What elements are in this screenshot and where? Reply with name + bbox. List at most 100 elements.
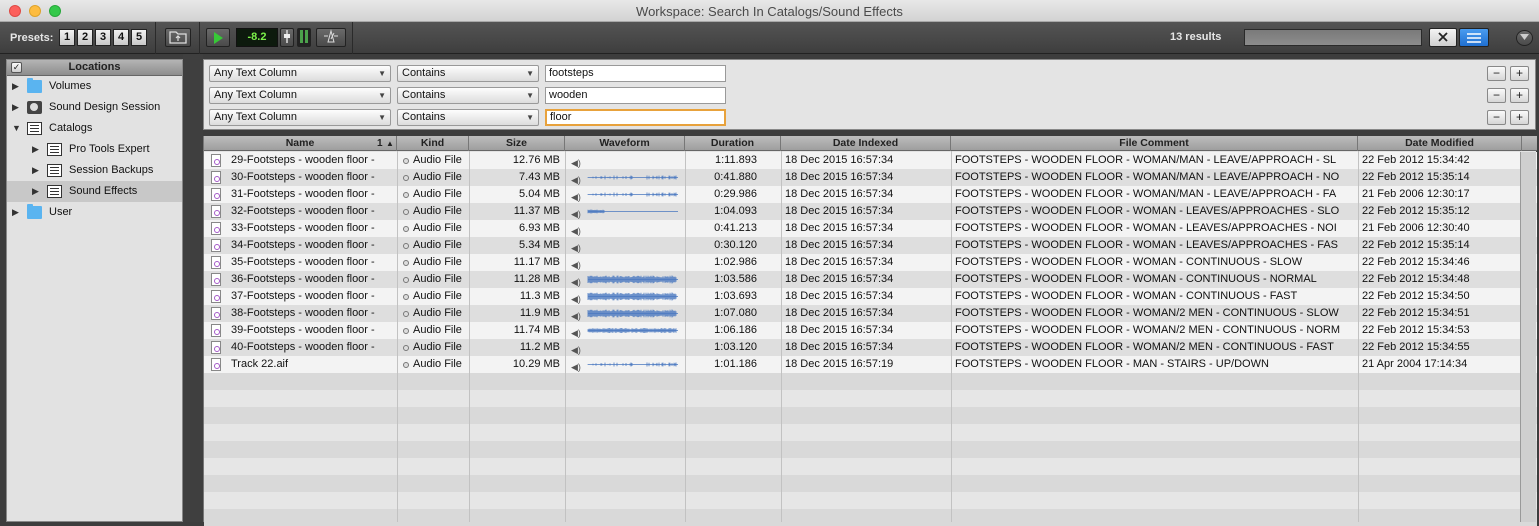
sidebar-item-pro-tools-expert[interactable]: ▶ Pro Tools Expert (7, 139, 182, 160)
add-criteria-button[interactable]: + (1510, 66, 1529, 81)
cell-kind: Audio File (397, 237, 469, 254)
table-row[interactable]: 30-Footsteps - wooden floor - Audio File 7… (204, 169, 1537, 186)
disclosure-triangle-icon[interactable]: ▶ (12, 202, 19, 223)
column-header-duration[interactable]: Duration (685, 136, 781, 151)
audio-file-icon (211, 171, 221, 184)
table-row[interactable]: 39-Footsteps - wooden floor - Audio File 1… (204, 322, 1537, 339)
table-row[interactable]: 35-Footsteps - wooden floor - Audio File 1… (204, 254, 1537, 271)
list-view-button[interactable] (1459, 28, 1489, 47)
table-row[interactable]: 33-Footsteps - wooden floor - Audio File 6… (204, 220, 1537, 237)
column-header-waveform[interactable]: Waveform (565, 136, 685, 151)
disclosure-triangle-icon[interactable]: ▶ (12, 97, 19, 118)
toolbar-divider (352, 22, 353, 54)
cell-text: Audio File (413, 341, 462, 353)
column-header-date-modified[interactable]: Date Modified (1358, 136, 1522, 151)
disclosure-triangle-icon[interactable]: ▶ (12, 76, 19, 97)
cell-name: 36-Footsteps - wooden floor - (204, 271, 397, 288)
speaker-icon[interactable]: ◀) (571, 274, 581, 288)
column-header-kind[interactable]: Kind (397, 136, 469, 151)
speaker-icon[interactable]: ◀) (571, 257, 581, 271)
cell-waveform: ◀) (565, 237, 685, 254)
speaker-icon[interactable]: ◀) (571, 308, 581, 322)
criteria-value-input[interactable]: floor (545, 109, 726, 126)
speaker-icon[interactable]: ◀) (571, 291, 581, 305)
options-menu-button[interactable] (1516, 30, 1533, 46)
cell-text: 22 Feb 2012 15:34:50 (1362, 290, 1470, 302)
preset-2-button[interactable]: 2 (77, 29, 93, 46)
add-criteria-button[interactable]: + (1510, 88, 1529, 103)
speaker-icon[interactable]: ◀) (571, 342, 581, 356)
column-header-date-indexed[interactable]: Date Indexed (781, 136, 951, 151)
cell-waveform: ◀) (565, 356, 685, 373)
preset-4-button[interactable]: 4 (113, 29, 129, 46)
remove-criteria-button[interactable]: − (1487, 110, 1506, 125)
speaker-icon[interactable]: ◀) (571, 240, 581, 254)
remove-criteria-button[interactable]: − (1487, 66, 1506, 81)
preset-1-button[interactable]: 1 (59, 29, 75, 46)
criteria-value-input[interactable]: wooden (545, 87, 726, 104)
preset-3-button[interactable]: 3 (95, 29, 111, 46)
cell-text: 18 Dec 2015 16:57:34 (785, 324, 894, 336)
column-select[interactable]: Any Text Column ▼ (209, 87, 391, 104)
column-header-size[interactable]: Size (469, 136, 565, 151)
import-folder-button[interactable] (165, 28, 191, 47)
remove-criteria-button[interactable]: − (1487, 88, 1506, 103)
speaker-icon[interactable]: ◀) (571, 172, 581, 186)
sidebar-item-user[interactable]: ▶ User (7, 202, 182, 223)
level-meter (297, 28, 311, 47)
splitter[interactable] (183, 54, 203, 522)
speaker-icon[interactable]: ◀) (571, 189, 581, 203)
table-row[interactable]: 32-Footsteps - wooden floor - Audio File 1… (204, 203, 1537, 220)
speaker-icon[interactable]: ◀) (571, 359, 581, 373)
disclosure-triangle-icon[interactable]: ▶ (32, 181, 39, 202)
operator-select[interactable]: Contains ▼ (397, 87, 539, 104)
loop-preview-button[interactable] (316, 28, 346, 47)
sidebar-item-volumes[interactable]: ▶ Volumes (7, 76, 182, 97)
speaker-icon[interactable]: ◀) (571, 155, 581, 169)
column-select[interactable]: Any Text Column ▼ (209, 65, 391, 82)
cell-text: 1:03.693 (714, 290, 757, 302)
column-header-file-comment[interactable]: File Comment (951, 136, 1358, 151)
table-row[interactable]: 40-Footsteps - wooden floor - Audio File 1… (204, 339, 1537, 356)
table-row[interactable]: 36-Footsteps - wooden floor - Audio File 1… (204, 271, 1537, 288)
speaker-icon[interactable]: ◀) (571, 206, 581, 220)
criteria-value-input[interactable]: footsteps (545, 65, 726, 82)
locations-sidebar: ✓ Locations ▶ Volumes ▶ Sound Design Ses… (6, 59, 183, 522)
speaker-icon[interactable]: ◀) (571, 325, 581, 339)
operator-select[interactable]: Contains ▼ (397, 65, 539, 82)
cell-text: 18 Dec 2015 16:57:34 (785, 290, 894, 302)
disclosure-triangle-icon[interactable]: ▶ (32, 139, 39, 160)
audio-file-icon (211, 188, 221, 201)
column-select-value: Any Text Column (214, 111, 297, 123)
volume-fader[interactable] (280, 28, 294, 47)
locations-checkbox[interactable]: ✓ (11, 62, 22, 73)
table-row[interactable]: 37-Footsteps - wooden floor - Audio File 1… (204, 288, 1537, 305)
column-select[interactable]: Any Text Column ▼ (209, 109, 391, 126)
table-row[interactable]: 31-Footsteps - wooden floor - Audio File 5… (204, 186, 1537, 203)
vertical-scrollbar[interactable] (1520, 152, 1536, 522)
cell-text: FOOTSTEPS - WOODEN FLOOR - WOMAN - CONTI… (955, 290, 1298, 302)
operator-select[interactable]: Contains ▼ (397, 109, 539, 126)
speaker-icon[interactable]: ◀) (571, 223, 581, 237)
cell-duration: 0:41.213 (685, 220, 781, 237)
disclosure-triangle-expanded-icon[interactable]: ▼ (12, 118, 21, 139)
sidebar-item-sound-design-session[interactable]: ▶ Sound Design Session (7, 97, 182, 118)
search-field[interactable] (1244, 29, 1422, 46)
sidebar-item-sound-effects[interactable]: ▶ Sound Effects (7, 181, 182, 202)
table-row[interactable]: 38-Footsteps - wooden floor - Audio File 1… (204, 305, 1537, 322)
sidebar-item-catalogs[interactable]: ▼ Catalogs (7, 118, 182, 139)
preset-5-button[interactable]: 5 (131, 29, 147, 46)
cell-name: 33-Footsteps - wooden floor - (204, 220, 397, 237)
column-header-name[interactable]: Name 1 ▲ (204, 136, 397, 151)
sidebar-item-session-backups[interactable]: ▶ Session Backups (7, 160, 182, 181)
table-row[interactable]: Track 22.aif Audio File 10.29 MB ◀) 1:01.186… (204, 356, 1537, 373)
cell-text: 18 Dec 2015 16:57:34 (785, 307, 894, 319)
disclosure-triangle-icon[interactable]: ▶ (32, 160, 39, 181)
cell-text: Audio File (413, 171, 462, 183)
table-row[interactable]: 34-Footsteps - wooden floor - Audio File 5… (204, 237, 1537, 254)
cell-text: 35-Footsteps - wooden floor - (231, 256, 375, 268)
clear-search-button[interactable] (1429, 28, 1457, 47)
table-row[interactable]: 29-Footsteps - wooden floor - Audio File 1… (204, 152, 1537, 169)
add-criteria-button[interactable]: + (1510, 110, 1529, 125)
preview-play-button[interactable] (206, 28, 230, 47)
